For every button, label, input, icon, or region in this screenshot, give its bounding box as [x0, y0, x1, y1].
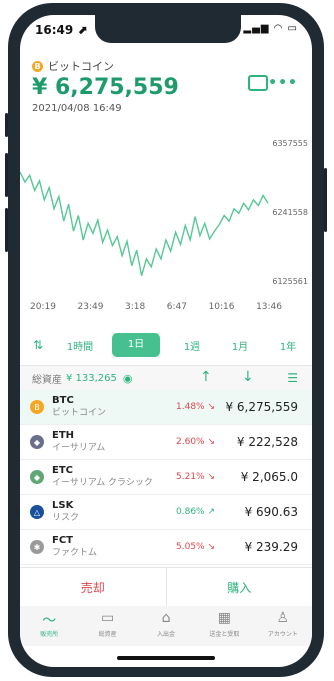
volume-down-button [5, 208, 8, 252]
lsk-icon: △ [30, 505, 44, 519]
y-tick-label: 6241558 [272, 208, 308, 217]
change-percent: 5.05% ↘ [176, 542, 215, 552]
coin-row-etc[interactable]: ◆ ETC イーサリアム クラシック 5.21% ↘ ¥ 2,065.0 [20, 460, 312, 495]
tab-1-year[interactable]: 1年 [264, 338, 312, 353]
sort-up-icon[interactable]: ↑ [200, 369, 212, 385]
coin-list: B BTC ビットコイン 1.48% ↘ ¥ 6,275,559 ◆ ETH イ… [20, 390, 312, 565]
coin-symbol: LSK [52, 500, 74, 511]
tab-1-month[interactable]: 1月 [216, 338, 264, 353]
status-icons: ▂▄▆ ◠ ▭ [243, 23, 298, 34]
list-icon[interactable]: ☰ [287, 371, 298, 385]
tab-1-day[interactable]: 1日 [112, 333, 160, 357]
tab-label: 販売所 [40, 631, 59, 638]
x-tick-label: 6:47 [166, 302, 187, 312]
bitcoin-icon: B [32, 60, 43, 72]
coin-name: イーサリアム [52, 443, 106, 453]
more-icon[interactable]: ••• [268, 75, 298, 91]
coin-price: ¥ 222,528 [236, 435, 298, 449]
x-tick-label: 3:18 [125, 302, 146, 312]
coin-row-lsk[interactable]: △ LSK リスク 0.86% ↗ ¥ 690.63 [20, 495, 312, 530]
total-assets-label: 総資産 [32, 374, 62, 386]
coin-symbol: ETH [52, 430, 75, 441]
tab-label: 入出金 [157, 631, 176, 638]
tab-label: 送金と受取 [209, 631, 240, 638]
coin-price: ¥ 2,065.0 [240, 470, 298, 484]
power-button [324, 168, 327, 232]
y-tick-label: 6357555 [272, 139, 308, 148]
current-price: ¥ 6,275,559 [32, 75, 179, 100]
x-tick-label: 13:46 [256, 302, 282, 312]
eth-icon: ◆ [30, 435, 44, 449]
total-assets-bar: 総資産 ¥ 133,265 ◉ ↑ ↓ ☰ [20, 365, 312, 390]
change-percent: 2.60% ↘ [176, 437, 215, 447]
trade-bar: 売却 購入 [20, 567, 312, 607]
tab-account[interactable]: ♙ アカウント [254, 606, 312, 646]
coin-price: ¥ 690.63 [244, 505, 298, 519]
tab-label: アカウント [267, 631, 298, 638]
mute-switch [5, 113, 8, 137]
coin-symbol: BTC [52, 395, 74, 406]
total-assets-value: ¥ 133,265 [66, 372, 117, 384]
timeframe-selector: ⇅ 1時間 1日 1週 1月 1年 [20, 332, 312, 358]
chat-icon[interactable] [248, 75, 268, 91]
bottom-tab-bar: 〜 販売所 ▭ 総資産 ⌂ 入出金 ▦ 送金と受取 ♙ アカウント [20, 606, 312, 646]
coin-header: B ビットコイン [32, 58, 114, 74]
coin-price: ¥ 6,275,559 [225, 400, 298, 414]
coin-row-btc[interactable]: B BTC ビットコイン 1.48% ↘ ¥ 6,275,559 [20, 390, 312, 425]
coin-row-fct[interactable]: ✱ FCT ファクトム 5.05% ↘ ¥ 239.29 [20, 530, 312, 565]
tab-exchange[interactable]: 〜 販売所 [20, 606, 78, 646]
y-tick-label: 6125561 [272, 277, 308, 286]
user-icon: ♙ [276, 610, 290, 626]
tab-1-hour[interactable]: 1時間 [56, 338, 104, 353]
sell-button[interactable]: 売却 [20, 568, 167, 606]
coin-name: ファクトム [52, 548, 98, 558]
x-axis-labels: 20:19 23:49 3:18 6:47 10:16 13:46 [30, 302, 282, 312]
tab-1-week[interactable]: 1週 [168, 338, 216, 353]
tab-deposit[interactable]: ⌂ 入出金 [137, 606, 195, 646]
etc-icon: ◆ [30, 470, 44, 484]
fct-icon: ✱ [30, 540, 44, 554]
change-percent: 5.21% ↘ [176, 472, 215, 482]
volume-up-button [5, 153, 8, 197]
sort-down-icon[interactable]: ↓ [242, 369, 254, 385]
tab-label: 総資産 [98, 631, 117, 638]
x-tick-label: 10:16 [208, 302, 235, 312]
coin-name: ビットコイン [48, 60, 114, 73]
eye-icon[interactable]: ◉ [123, 372, 133, 385]
coin-symbol: ETC [52, 465, 73, 476]
buy-button[interactable]: 購入 [167, 568, 313, 606]
coin-name: ビットコイン [52, 408, 107, 418]
coin-name: イーサリアム クラシック [52, 478, 153, 488]
coin-name: リスク [52, 513, 80, 523]
coin-symbol: FCT [52, 535, 73, 546]
qr-icon: ▦ [217, 610, 232, 626]
x-tick-label: 20:19 [30, 302, 56, 312]
screen: 16:49 ⬈ ▂▄▆ ◠ ▭ B ビットコイン ¥ 6,275,559 202… [20, 15, 312, 667]
chart-settings-icon[interactable]: ⇅ [20, 338, 56, 352]
change-percent: 0.86% ↗ [176, 507, 215, 517]
price-chart [20, 171, 269, 276]
coin-row-eth[interactable]: ◆ ETH イーサリアム 2.60% ↘ ¥ 222,528 [20, 425, 312, 460]
chart-icon: 〜 [42, 613, 57, 629]
bank-icon: ⌂ [161, 610, 171, 626]
home-indicator [117, 656, 215, 660]
btc-icon: B [30, 400, 44, 414]
x-tick-label: 23:49 [77, 302, 104, 312]
wallet-icon: ▭ [100, 610, 115, 626]
price-datetime: 2021/04/08 16:49 [32, 103, 122, 114]
change-percent: 1.48% ↘ [176, 402, 215, 412]
price-line [20, 171, 269, 276]
tab-assets[interactable]: ▭ 総資産 [78, 606, 136, 646]
tab-send-receive[interactable]: ▦ 送金と受取 [195, 606, 253, 646]
coin-price: ¥ 239.29 [244, 540, 298, 554]
status-time: 16:49 ⬈ [35, 23, 88, 37]
notch [95, 15, 241, 43]
